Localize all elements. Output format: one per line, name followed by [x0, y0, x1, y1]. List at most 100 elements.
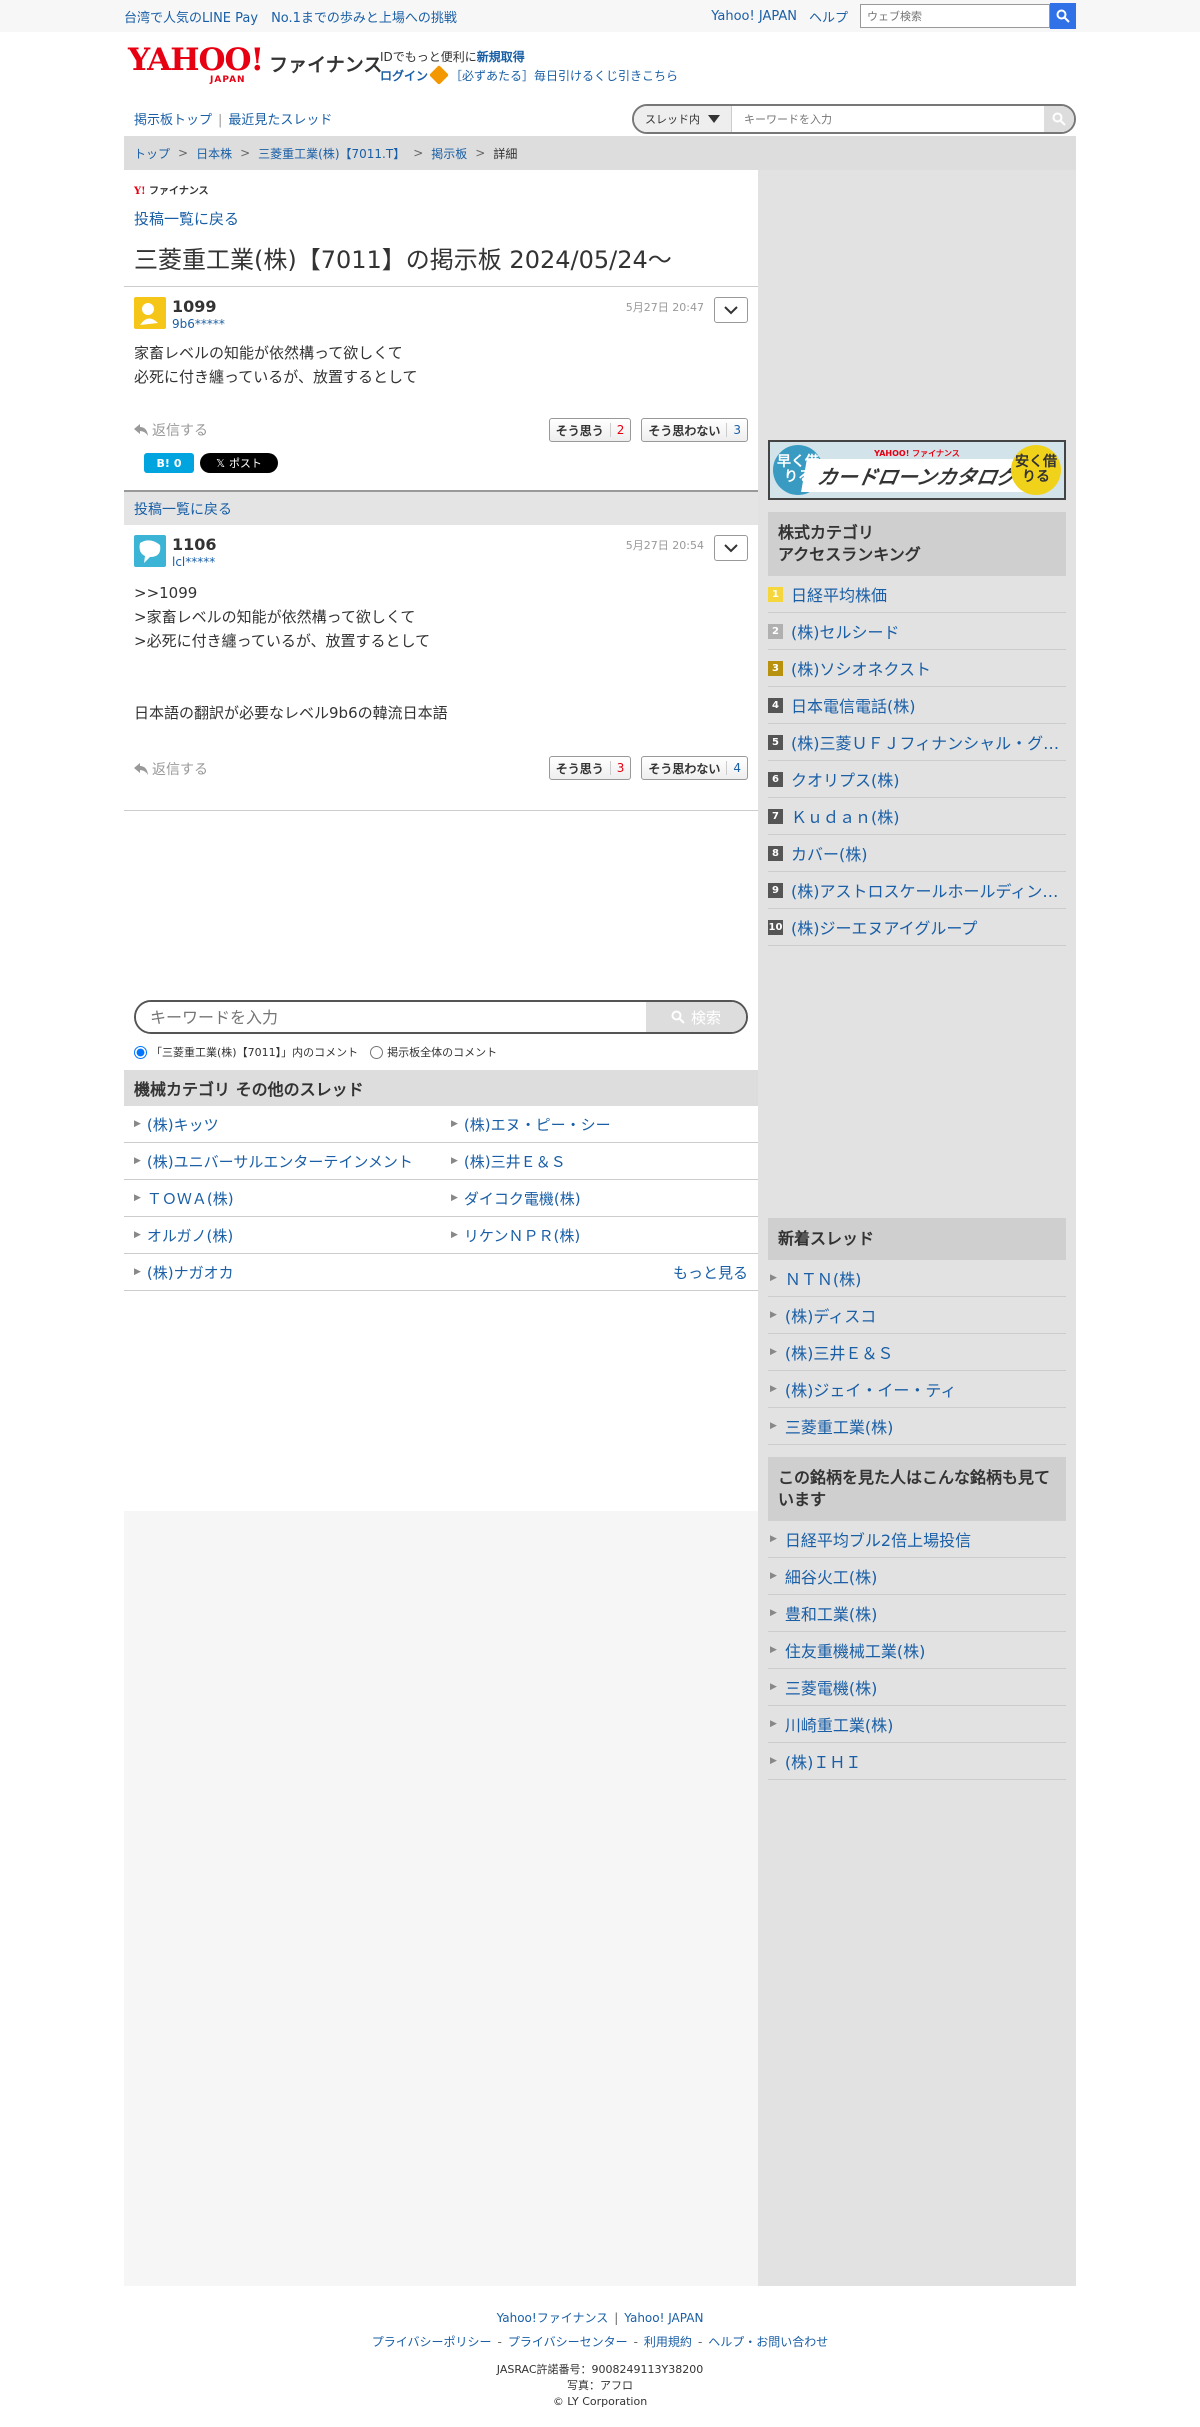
category-thread-link[interactable]: ▶ (株)ユニバーサルエンターテインメント: [124, 1151, 441, 1172]
arrow-right-icon: ▶: [134, 1267, 141, 1277]
category-row: ▶ (株)ナガオカ もっと見る: [124, 1254, 758, 1291]
back-to-list-link[interactable]: 投稿一覧に戻る: [134, 208, 239, 229]
disagree-button[interactable]: そう思わない 3: [641, 418, 748, 442]
caret-down-icon: [708, 115, 720, 123]
footer-finance-link[interactable]: Yahoo!ファイナンス: [497, 2311, 609, 2325]
x-icon: 𝕏: [216, 456, 225, 470]
terms-link[interactable]: 利用規約: [644, 2335, 692, 2349]
main-column: Y! ファイナンス 投稿一覧に戻る 三菱重工業(株)【7011】の掲示板 202…: [124, 170, 758, 2286]
disagree-button[interactable]: そう思わない 4: [641, 756, 748, 780]
search-icon: [671, 1010, 685, 1024]
breadcrumb-top[interactable]: トップ: [134, 145, 170, 162]
post-number[interactable]: 1106: [172, 535, 217, 554]
more-threads-link[interactable]: もっと見る: [673, 1262, 748, 1283]
avatar[interactable]: [134, 297, 166, 329]
radio-all-board[interactable]: 掲示板全体のコメント: [370, 1044, 497, 1060]
footer-yahoo-link[interactable]: Yahoo! JAPAN: [624, 2311, 703, 2325]
help-link[interactable]: ヘルプ: [809, 7, 848, 26]
web-search-input[interactable]: [860, 4, 1050, 28]
recent-threads-link[interactable]: 最近見たスレッド: [228, 113, 332, 128]
new-thread-link[interactable]: ▶ ＮＴＮ(株): [768, 1260, 1066, 1297]
thread-search-input[interactable]: [732, 106, 1044, 132]
ranking-item[interactable]: 4 日本電信電話(株): [768, 687, 1066, 724]
agree-button[interactable]: そう思う 3: [548, 756, 632, 780]
category-thread-link[interactable]: ▶ ダイコク電機(株): [441, 1188, 758, 1209]
new-thread-link[interactable]: ▶ (株)ディスコ: [768, 1297, 1066, 1334]
arrow-right-icon: ▶: [770, 1347, 777, 1357]
radio-in-thread[interactable]: 「三菱重工業(株)【7011】」内のコメント: [134, 1044, 358, 1060]
reply-button[interactable]: 返信する: [134, 420, 208, 440]
post-menu-button[interactable]: [714, 535, 748, 561]
top-bar: 台湾で人気のLINE Pay No.1までの歩みと上場への挑戦 Yahoo! J…: [0, 0, 1200, 32]
ranking-item[interactable]: 2 (株)セルシード: [768, 613, 1066, 650]
category-thread-link[interactable]: ▶ (株)エヌ・ピー・シー: [441, 1114, 758, 1135]
subnav-links: 掲示板トップ | 最近見たスレッド: [134, 109, 332, 128]
post-user[interactable]: lcl*****: [172, 555, 215, 569]
thread-search-button[interactable]: [1044, 106, 1074, 132]
breadcrumb-stock[interactable]: 三菱重工業(株)【7011.T】: [258, 145, 405, 162]
also-viewed-link[interactable]: ▶ 住友重機械工業(株): [768, 1632, 1066, 1669]
back-to-list-bar[interactable]: 投稿一覧に戻る: [124, 490, 758, 525]
login-link[interactable]: ログイン: [380, 69, 428, 83]
privacy-center-link[interactable]: プライバシーセンター: [508, 2335, 628, 2349]
also-viewed-link[interactable]: ▶ 豊和工業(株): [768, 1595, 1066, 1632]
category-thread-link[interactable]: ▶ リケンＮＰＲ(株): [441, 1225, 758, 1246]
avatar[interactable]: [134, 535, 166, 567]
web-search-button[interactable]: [1050, 3, 1076, 29]
ranking-item[interactable]: 6 クオリプス(株): [768, 761, 1066, 798]
register-link[interactable]: 新規取得: [477, 50, 525, 64]
reply-button[interactable]: 返信する: [134, 759, 208, 779]
agree-count: 3: [609, 761, 631, 775]
also-viewed-link[interactable]: ▶ 三菱電機(株): [768, 1669, 1066, 1706]
privacy-policy-link[interactable]: プライバシーポリシー: [372, 2335, 492, 2349]
top-promo-link[interactable]: 台湾で人気のLINE Pay No.1までの歩みと上場への挑戦: [124, 7, 457, 26]
category-row: ▶ (株)キッツ ▶ (株)エヌ・ピー・シー: [124, 1106, 758, 1143]
search-scope-select[interactable]: スレッド内: [634, 106, 732, 132]
user-icon: [140, 303, 158, 325]
yahoo-japan-link[interactable]: Yahoo! JAPAN: [711, 9, 797, 24]
ranking-item[interactable]: 5 (株)三菱ＵＦＪフィナンシャル・グ…: [768, 724, 1066, 761]
new-thread-link[interactable]: ▶ (株)三井Ｅ＆Ｓ: [768, 1334, 1066, 1371]
chevron-down-icon: [724, 306, 738, 315]
ranking-item[interactable]: 8 カバー(株): [768, 835, 1066, 872]
board-top-link[interactable]: 掲示板トップ: [134, 113, 212, 128]
logo-yahoo: YAHOO!: [128, 42, 264, 78]
ranking-item[interactable]: 7 Ｋｕｄａｎ(株): [768, 798, 1066, 835]
arrow-right-icon: ▶: [451, 1230, 458, 1240]
ranking-item[interactable]: 10 (株)ジーエヌアイグループ: [768, 909, 1066, 946]
ranking-item[interactable]: 1 日経平均株価: [768, 576, 1066, 613]
help-contact-link[interactable]: ヘルプ・お問い合わせ: [708, 2335, 828, 2349]
also-viewed-link[interactable]: ▶ (株)ＩＨＩ: [768, 1743, 1066, 1780]
new-thread-link[interactable]: ▶ (株)ジェイ・イー・ティ: [768, 1371, 1066, 1408]
x-post-button[interactable]: 𝕏 ポスト: [200, 453, 278, 473]
ranking-item[interactable]: 3 (株)ソシオネクスト: [768, 650, 1066, 687]
breadcrumb-board[interactable]: 掲示板: [431, 145, 467, 162]
arrow-right-icon: ▶: [134, 1230, 141, 1240]
lottery-link[interactable]: ［必ずあたる］毎日引けるくじ引きこちら: [450, 69, 678, 83]
divider: [124, 286, 758, 287]
category-thread-link[interactable]: ▶ オルガノ(株): [124, 1225, 441, 1246]
comment-search-button[interactable]: 検索: [646, 1002, 746, 1032]
category-thread-link[interactable]: ▶ (株)キッツ: [124, 1114, 441, 1135]
comment-search-input[interactable]: [136, 1002, 646, 1032]
ranking-item[interactable]: 9 (株)アストロスケールホールディン…: [768, 872, 1066, 909]
also-viewed-link[interactable]: ▶ 川崎重工業(株): [768, 1706, 1066, 1743]
post-menu-button[interactable]: [714, 297, 748, 323]
content-layout: Y! ファイナンス 投稿一覧に戻る 三菱重工業(株)【7011】の掲示板 202…: [124, 170, 1076, 2286]
agree-button[interactable]: そう思う 2: [548, 418, 632, 442]
arrow-right-icon: ▶: [770, 1645, 777, 1655]
breadcrumb-japan-stocks[interactable]: 日本株: [196, 145, 232, 162]
new-thread-link[interactable]: ▶ 三菱重工業(株): [768, 1408, 1066, 1445]
category-thread-link[interactable]: ▶ ＴＯＷＡ(株): [124, 1188, 441, 1209]
search-scope-label: スレッド内: [645, 113, 700, 126]
category-thread-link[interactable]: ▶ (株)三井Ｅ＆Ｓ: [441, 1151, 758, 1172]
also-viewed-link[interactable]: ▶ 細谷火工(株): [768, 1558, 1066, 1595]
card-loan-banner[interactable]: 早く借りる YAHOO! ファイナンス カードローンカタログ 安く借りる: [768, 440, 1066, 500]
banner-brand: YAHOO! ファイナンス: [874, 449, 960, 458]
post-user[interactable]: 9b6*****: [172, 317, 225, 331]
category-thread-link[interactable]: ▶ (株)ナガオカ: [124, 1262, 441, 1283]
post-number[interactable]: 1099: [172, 297, 217, 316]
hatena-bookmark-button[interactable]: B! 0: [144, 453, 194, 473]
also-viewed-link[interactable]: ▶ 日経平均ブル2倍上場投信: [768, 1521, 1066, 1558]
yahoo-finance-logo[interactable]: YAHOO! JAPAN ファイナンス: [128, 42, 382, 86]
